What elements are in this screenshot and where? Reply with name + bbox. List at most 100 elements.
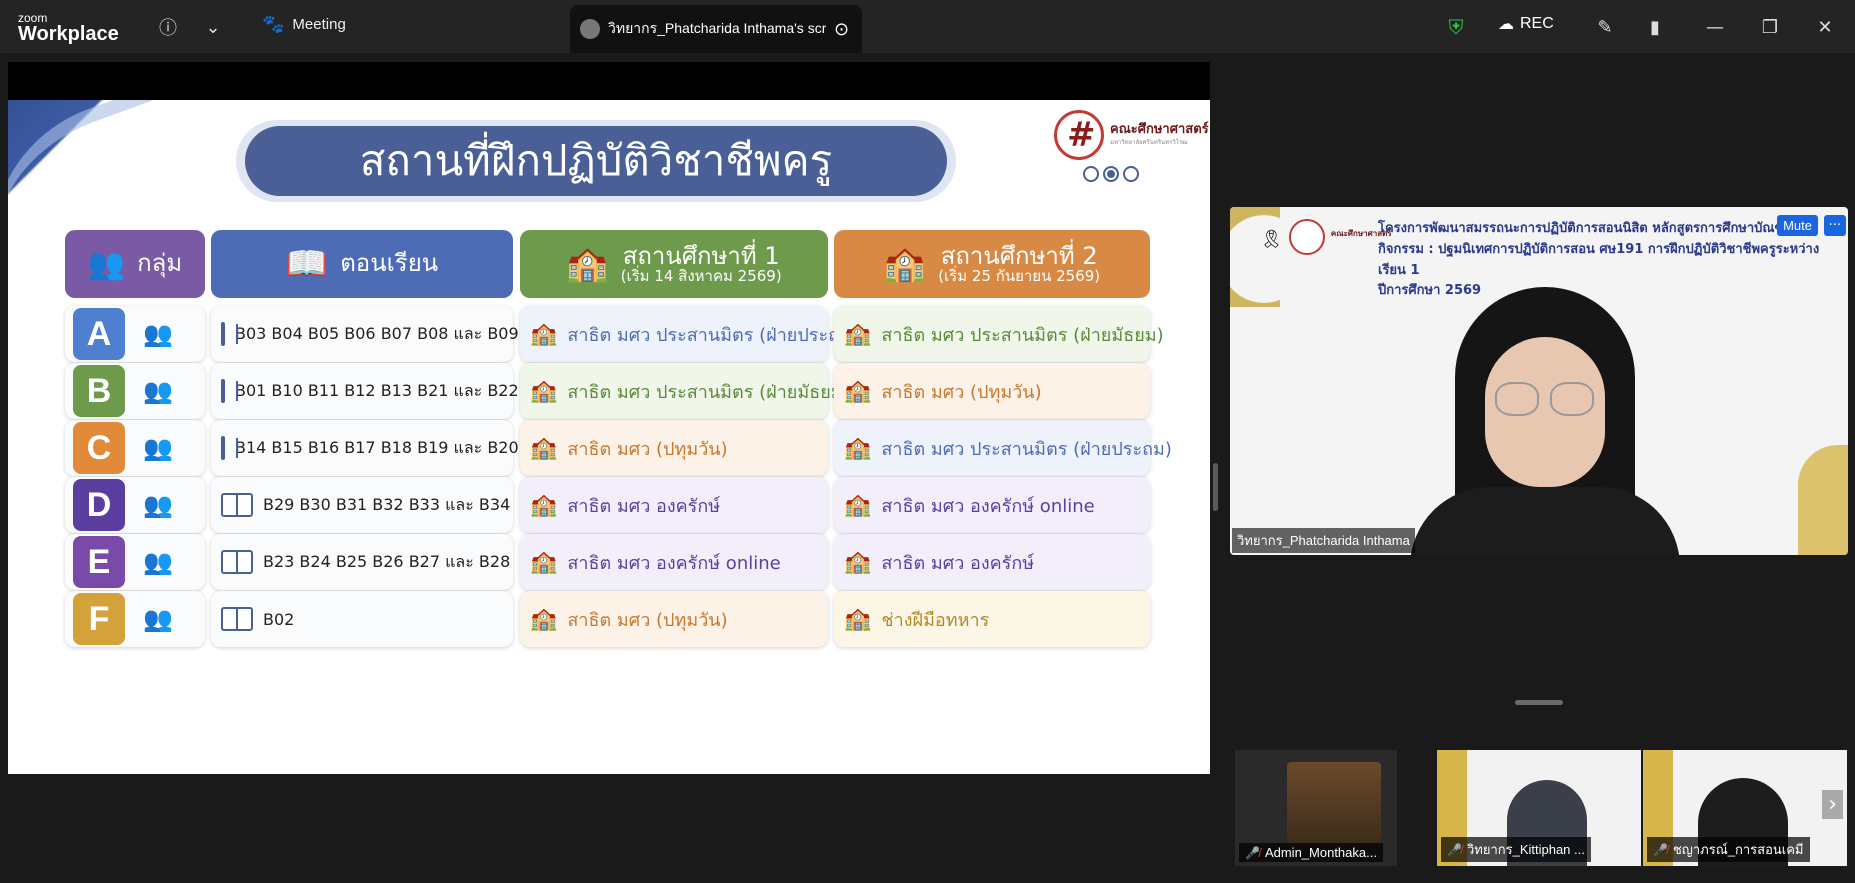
body [1410, 487, 1680, 555]
section-cell: B23 B24 B25 B26 B27 และ B28 [211, 534, 513, 590]
site2-name: สาธิต มศว องครักษ์ online [881, 495, 1095, 517]
shared-slide: สถานที่ฝึกปฏิบัติวิชาชีพครู คณะศึกษาศาสต… [8, 100, 1210, 774]
project-line1: โครงการพัฒนาสมรรถนะการปฏิบัติการสอนนิสิต… [1378, 221, 1778, 236]
section-list: B01 B10 B11 B12 B13 B21 และ B22 [235, 380, 519, 400]
header-site1: 🏫 สถานศึกษาที่ 1 (เริ่ม 14 สิงหาคม 2569) [520, 230, 828, 298]
header-site2-label: สถานศึกษาที่ 2 [940, 241, 1098, 270]
faculty-name: คณะศึกษาศาสตร์ [1110, 121, 1209, 137]
site2-cell: 🏫 ช่างฝีมือทหาร [834, 591, 1150, 647]
speaker-person [1400, 287, 1690, 555]
people-icon: 👥 [143, 491, 173, 519]
gallery-divider[interactable] [1515, 700, 1563, 705]
group-letter: F [73, 593, 125, 645]
info-icon[interactable]: ⓘ [155, 14, 181, 40]
slide-title: สถานที่ฝึกปฏิบัติวิชาชีพครู [245, 126, 947, 196]
restore-icon[interactable]: ❐ [1757, 14, 1783, 40]
slide-dots [1083, 166, 1139, 182]
paw-icon: 🐾 [262, 14, 285, 34]
more-icon[interactable]: ⊙ [834, 19, 849, 40]
shield-icon[interactable]: ⛨ [1443, 14, 1469, 40]
group-cell: B 👥 [65, 363, 205, 419]
school-icon: 🏫 [530, 378, 558, 404]
resize-handle[interactable] [1213, 463, 1218, 511]
site1-name: สาธิต มศว องครักษ์ [567, 495, 721, 517]
site1-name: สาธิต มศว (ปทุมวัน) [567, 609, 728, 631]
school-icon: 🏫 [844, 492, 872, 518]
mic-off-icon: 🎤̸ [1447, 842, 1462, 857]
group-cell: C 👥 [65, 420, 205, 476]
school-icon: 🏫 [530, 606, 558, 632]
faculty-seal-icon [1288, 219, 1325, 255]
speaker-video[interactable]: 🎗 คณะศึกษาศาสตร์ โครงการพัฒนาสมรรถนะการป… [1230, 207, 1848, 555]
site2-name: สาธิต มศว ประสานมิตร (ฝ่ายมัธยม) [881, 324, 1164, 346]
school-icon: 🏫 [844, 549, 872, 575]
title-bar: zoom Workplace ⓘ ⌄ 🐾 Meeting วิทยากร_Pha… [0, 0, 1855, 53]
section-list: B29 B30 B31 B32 B33 และ B34 [263, 494, 511, 514]
group-letter: E [73, 536, 125, 588]
site1-cell: 🏫 สาธิต มศว ประสานมิตร (ฝ่ายประถม) [520, 306, 858, 362]
site2-cell: 🏫 สาธิต มศว องครักษ์ [834, 534, 1150, 590]
record-button[interactable]: ☁ REC [1498, 14, 1554, 34]
more-button[interactable]: ··· [1823, 215, 1846, 236]
section-list: B14 B15 B16 B17 B18 B19 และ B20 [235, 437, 519, 457]
panel-icon[interactable]: ▮ [1642, 14, 1668, 40]
section-list: B23 B24 B25 B26 B27 และ B28 [263, 551, 511, 571]
magic-pen-icon[interactable]: ✎ [1592, 14, 1618, 40]
school-icon: 🏫 [844, 321, 872, 347]
people-icon: 👥 [87, 246, 126, 282]
next-page-icon[interactable]: › [1822, 790, 1843, 819]
glasses [1550, 382, 1594, 416]
school-icon: 🏫 [530, 492, 558, 518]
header-section-label: ตอนเรียน [340, 249, 439, 278]
section-cell: B14 B15 B16 B17 B18 B19 และ B20 [211, 420, 519, 476]
section-cell: B01 B10 B11 B12 B13 B21 และ B22 [211, 363, 519, 419]
header-site1-sub: (เริ่ม 14 สิงหาคม 2569) [620, 266, 782, 285]
close-icon[interactable]: ✕ [1812, 14, 1838, 40]
group-letter: B [73, 365, 125, 417]
site1-cell: 🏫 สาธิต มศว (ปทุมวัน) [520, 591, 828, 647]
school-icon: 🏫 [844, 435, 872, 461]
participant-tile[interactable]: 🎤̸ ชญาภรณ์_การสอนเคมี › [1643, 750, 1847, 866]
book-icon [221, 379, 238, 403]
group-letter: A [73, 308, 125, 360]
people-icon: 👥 [143, 434, 173, 462]
avatar [580, 19, 600, 39]
faculty-logo: คณะศึกษาศาสตร์ มหาวิทยาลัยศรีนครินทรวิโร… [1054, 110, 1209, 160]
project-line2: กิจกรรม : ปฐมนิเทศการปฏิบัติการสอน ศษ191… [1378, 241, 1820, 278]
minimize-icon[interactable]: — [1702, 14, 1728, 40]
people-icon: 👥 [143, 548, 173, 576]
share-tab[interactable]: วิทยากร_Phatcharida Inthama's scr ⊙ [570, 5, 862, 53]
people-icon: 👥 [143, 377, 173, 405]
header-section: 📖 ตอนเรียน [211, 230, 513, 298]
mic-off-icon: 🎤̸ [1245, 845, 1260, 860]
site1-cell: 🏫 สาธิต มศว องครักษ์ [520, 477, 828, 533]
slide-title-pill: สถานที่ฝึกปฏิบัติวิชาชีพครู [236, 120, 956, 202]
school-icon: 🏫 [844, 378, 872, 404]
site2-name: ช่างฝีมือทหาร [881, 609, 990, 631]
rec-label: REC [1520, 15, 1554, 32]
dot [1123, 166, 1139, 182]
site2-cell: 🏫 สาธิต มศว ประสานมิตร (ฝ่ายประถม) [834, 420, 1172, 476]
section-list: B02 [263, 609, 295, 629]
ribbon-icon: 🎗 [1260, 229, 1283, 250]
faculty-seal-icon [1054, 110, 1104, 160]
section-cell: B02 [211, 591, 513, 647]
section-cell: B29 B30 B31 B32 B33 และ B34 [211, 477, 513, 533]
gold-decoration [1798, 445, 1848, 555]
zoom-logo: zoom Workplace [18, 12, 119, 44]
participant-tile[interactable]: 🎤̸ Admin_Monthaka... [1235, 750, 1397, 866]
chevron-down-icon[interactable]: ⌄ [200, 14, 226, 40]
site1-cell: 🏫 สาธิต มศว องครักษ์ online [520, 534, 828, 590]
meeting-menu[interactable]: 🐾 Meeting [262, 14, 346, 35]
participant-name-tag: 🎤̸ วิทยากร_Kittiphan ... [1441, 837, 1591, 862]
speaker-bg-logo: 🎗 คณะศึกษาศาสตร์ [1260, 219, 1392, 255]
mute-button[interactable]: Mute [1777, 215, 1818, 236]
school-icon: 🏫 [566, 244, 609, 284]
book-icon [221, 493, 253, 517]
header-site2-sub: (เริ่ม 25 กันยายน 2569) [938, 266, 1101, 285]
group-cell: A 👥 [65, 306, 205, 362]
group-cell: D 👥 [65, 477, 205, 533]
participant-tile[interactable]: 🎤̸ วิทยากร_Kittiphan ... [1437, 750, 1641, 866]
participant-video [1287, 762, 1381, 850]
share-tab-title: วิทยากร_Phatcharida Inthama's scr [608, 20, 826, 36]
